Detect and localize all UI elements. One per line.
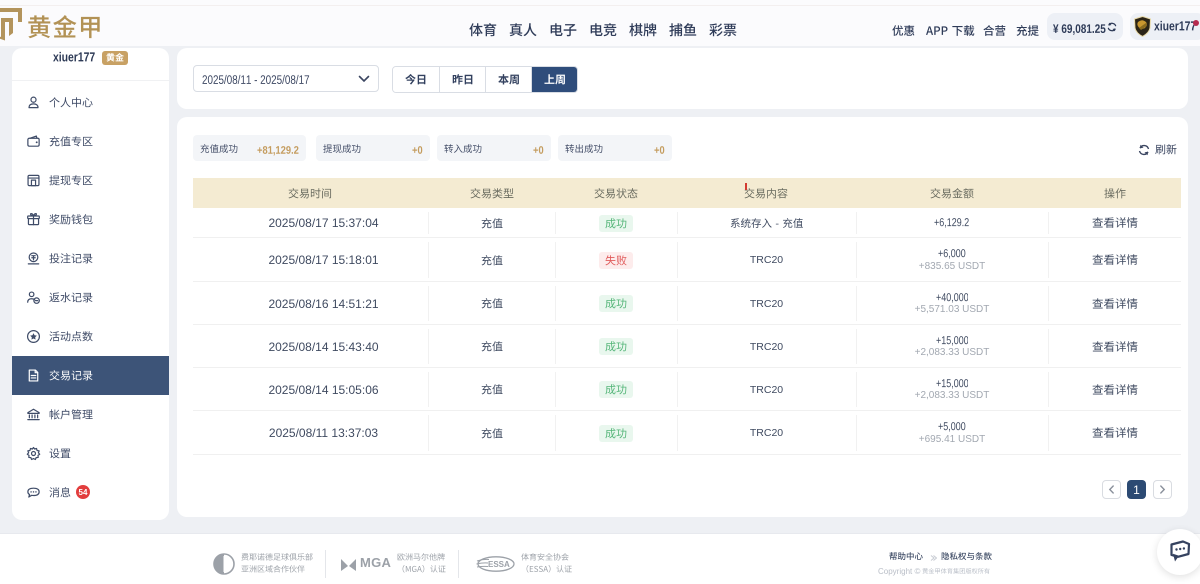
svg-text:ESSA: ESSA: [488, 560, 510, 569]
